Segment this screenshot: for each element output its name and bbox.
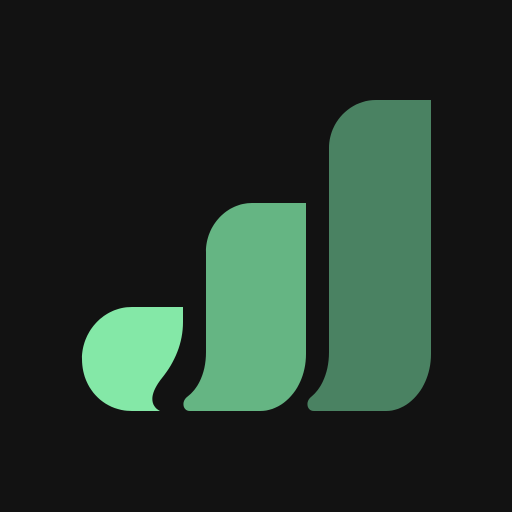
growth-bars-logo-icon — [0, 0, 512, 512]
